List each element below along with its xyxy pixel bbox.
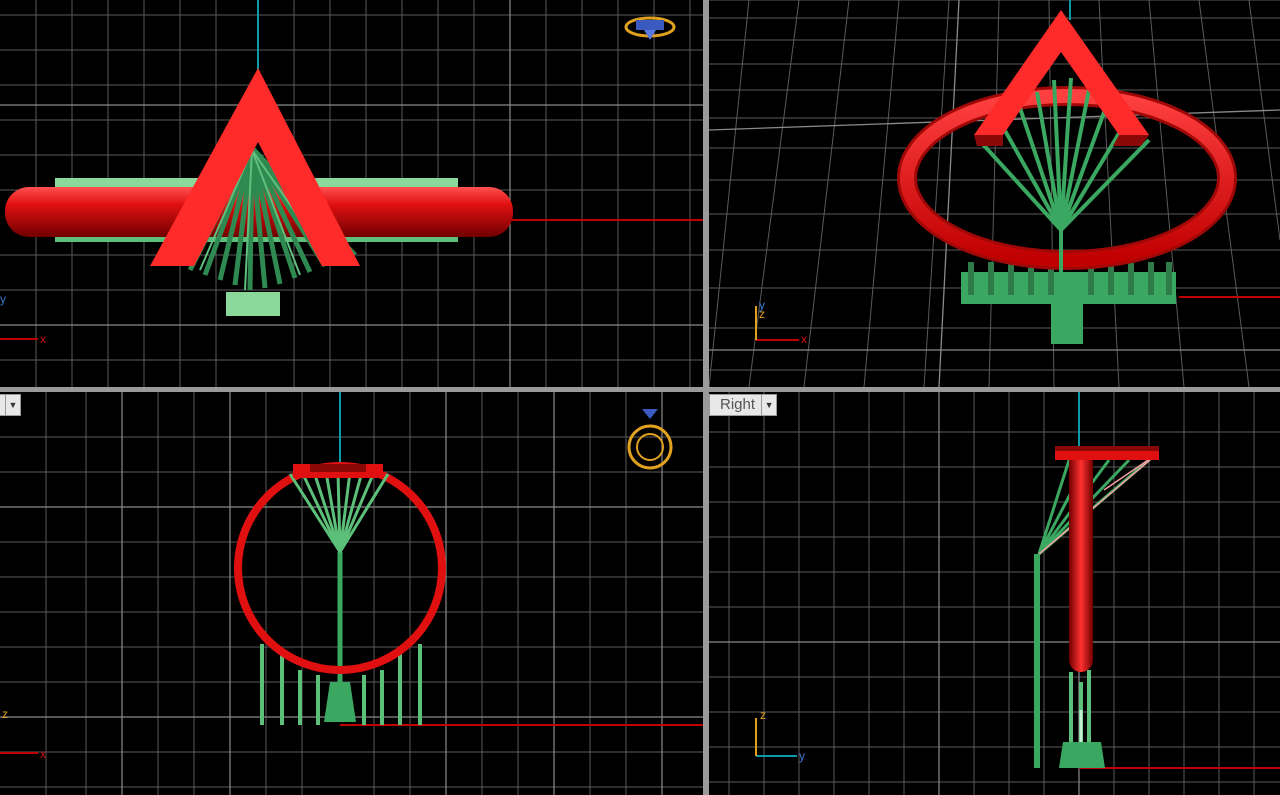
axis-label-z: z <box>759 307 765 321</box>
axis-label-y: y <box>799 749 805 763</box>
support-foot <box>1059 742 1105 768</box>
viewport-top-canvas[interactable]: y x <box>0 0 703 387</box>
ring-topview-icon[interactable] <box>624 16 676 40</box>
perspective-grid <box>709 0 1280 387</box>
viewport-divider-horizontal[interactable] <box>0 387 1280 392</box>
viewport-divider-vertical[interactable] <box>703 0 709 795</box>
axis-label-y: y <box>0 292 6 306</box>
viewport-front-canvas[interactable]: z x <box>0 392 703 795</box>
grid <box>0 392 703 795</box>
viewport-label-text: Right <box>720 396 756 413</box>
grid <box>709 392 1280 795</box>
triangle-head-shade <box>1055 446 1159 451</box>
viewport-perspective[interactable]: y z x <box>709 0 1280 387</box>
viewport-front[interactable]: z x ▼ <box>0 392 703 795</box>
grid-major <box>0 392 703 795</box>
axis-label-z: z <box>760 708 766 722</box>
ring-band <box>1069 450 1093 672</box>
triangle-head-side <box>974 135 1003 146</box>
chevron-down-icon[interactable]: ▼ <box>5 395 20 415</box>
chevron-down-icon[interactable]: ▼ <box>761 395 776 415</box>
axis-label-x: x <box>40 747 46 761</box>
axis-label-x: x <box>801 332 807 346</box>
support-fan <box>288 471 390 553</box>
support-foot <box>324 682 356 722</box>
triangle-head <box>974 10 1149 135</box>
viewport-label-front[interactable]: ▼ <box>0 394 21 416</box>
viewport-right[interactable]: z y Right ▼ <box>709 392 1280 795</box>
viewport-top[interactable]: y x <box>0 0 703 387</box>
grid-major <box>709 392 1280 795</box>
support-fan-outline <box>1038 453 1158 555</box>
axis-label-z: z <box>2 707 8 721</box>
viewport-perspective-canvas[interactable]: y z x <box>709 0 1280 387</box>
viewport-right-canvas[interactable]: z y <box>709 392 1280 795</box>
viewport-label-right[interactable]: Right ▼ <box>709 394 778 416</box>
axis-label-x: x <box>40 332 46 346</box>
support-fan <box>1037 453 1150 556</box>
ring-frontview-icon[interactable] <box>627 409 673 470</box>
triangle-head-top-shade <box>310 464 366 472</box>
